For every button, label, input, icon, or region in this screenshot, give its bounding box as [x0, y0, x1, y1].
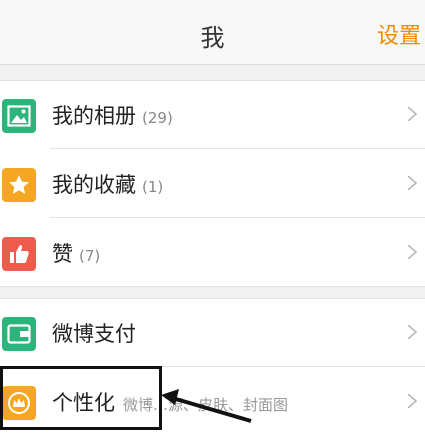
- settings-button[interactable]: 设置: [377, 18, 421, 50]
- menu-item-personalize[interactable]: 个性化 微博…源、皮肤、封面图: [0, 368, 425, 434]
- chevron-right-icon: [407, 245, 418, 259]
- likes-count: (7): [79, 247, 101, 265]
- personalize-subtitle: 微博…源、皮肤、封面图: [123, 396, 289, 414]
- wallet-icon: [2, 317, 36, 351]
- top-nav-bar: 我 设置: [0, 0, 425, 65]
- pay-label: 微博支付: [52, 322, 136, 346]
- photo-icon: [2, 99, 36, 133]
- favorites-label: 我的收藏: [52, 173, 136, 197]
- album-count: (29): [142, 109, 173, 127]
- favorites-count: (1): [142, 178, 164, 196]
- divider: [50, 217, 425, 218]
- menu-item-favorites[interactable]: 我的收藏 (1): [0, 150, 425, 218]
- menu-item-label: 微博支付: [52, 318, 136, 348]
- page-title: 我: [200, 24, 225, 52]
- crown-icon: [2, 386, 36, 420]
- menu-item-album[interactable]: 我的相册 (29): [0, 81, 425, 149]
- menu-item-pay[interactable]: 微博支付: [0, 299, 425, 367]
- chevron-right-icon: [407, 107, 418, 121]
- likes-label: 赞: [52, 242, 73, 266]
- thumbs-up-icon: [2, 237, 36, 271]
- divider: [50, 148, 425, 149]
- chevron-right-icon: [407, 176, 418, 190]
- divider: [50, 366, 425, 367]
- chevron-right-icon: [407, 325, 418, 339]
- menu-item-label: 赞 (7): [52, 238, 100, 268]
- album-label: 我的相册: [52, 104, 136, 128]
- menu-item-label: 我的相册 (29): [52, 100, 173, 130]
- star-icon: [2, 168, 36, 202]
- menu-item-label: 个性化 微博…源、皮肤、封面图: [52, 387, 288, 417]
- menu-item-label: 我的收藏 (1): [52, 169, 163, 199]
- chevron-right-icon: [407, 394, 418, 408]
- personalize-label: 个性化: [52, 391, 115, 415]
- menu-group-services: 微博支付 个性化 微博…源、皮肤、封面图: [0, 298, 425, 434]
- menu-item-likes[interactable]: 赞 (7): [0, 219, 425, 287]
- menu-group-profile: 我的相册 (29) 我的收藏 (1) 赞 (7): [0, 80, 425, 287]
